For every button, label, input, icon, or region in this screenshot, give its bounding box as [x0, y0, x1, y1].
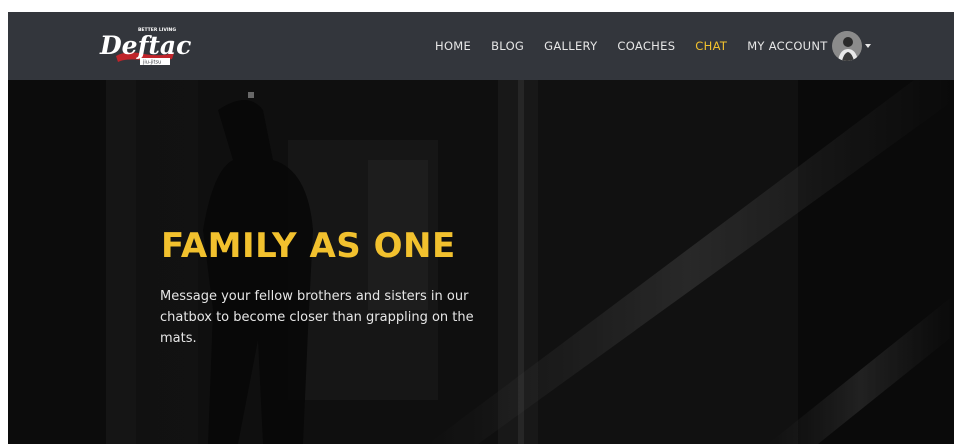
nav-item-blog[interactable]: BLOG	[491, 39, 524, 53]
hero-description: Message your fellow brothers and sisters…	[160, 289, 474, 346]
avatar-image	[831, 31, 862, 61]
logo-subtitle: jiu-jitsu	[142, 60, 161, 66]
nav-item-home[interactable]: HOME	[435, 39, 471, 53]
account-label: MY ACCOUNT	[747, 39, 828, 53]
account-menu[interactable]: MY ACCOUNT	[747, 31, 871, 61]
logo-wordmark: Deftac	[99, 31, 191, 60]
page-frame: BETTER LIVING Deftac jiu-jitsu HOME BLOG…	[8, 12, 954, 444]
nav-item-gallery[interactable]: GALLERY	[544, 39, 597, 53]
top-navbar: BETTER LIVING Deftac jiu-jitsu HOME BLOG…	[8, 12, 954, 80]
hero-title: FAMILY AS ONE	[161, 226, 456, 266]
avatar	[831, 31, 862, 61]
hero-background-image	[8, 80, 954, 444]
main-menu: HOME BLOG GALLERY COACHES CHAT MY ACCOUN…	[435, 12, 871, 80]
nav-item-chat[interactable]: CHAT	[695, 39, 727, 53]
nav-item-coaches[interactable]: COACHES	[617, 39, 675, 53]
hero-banner: FAMILY AS ONE Message your fellow brothe…	[8, 80, 954, 444]
chevron-down-icon	[864, 44, 871, 48]
brand-logo[interactable]: BETTER LIVING Deftac jiu-jitsu	[94, 20, 194, 72]
